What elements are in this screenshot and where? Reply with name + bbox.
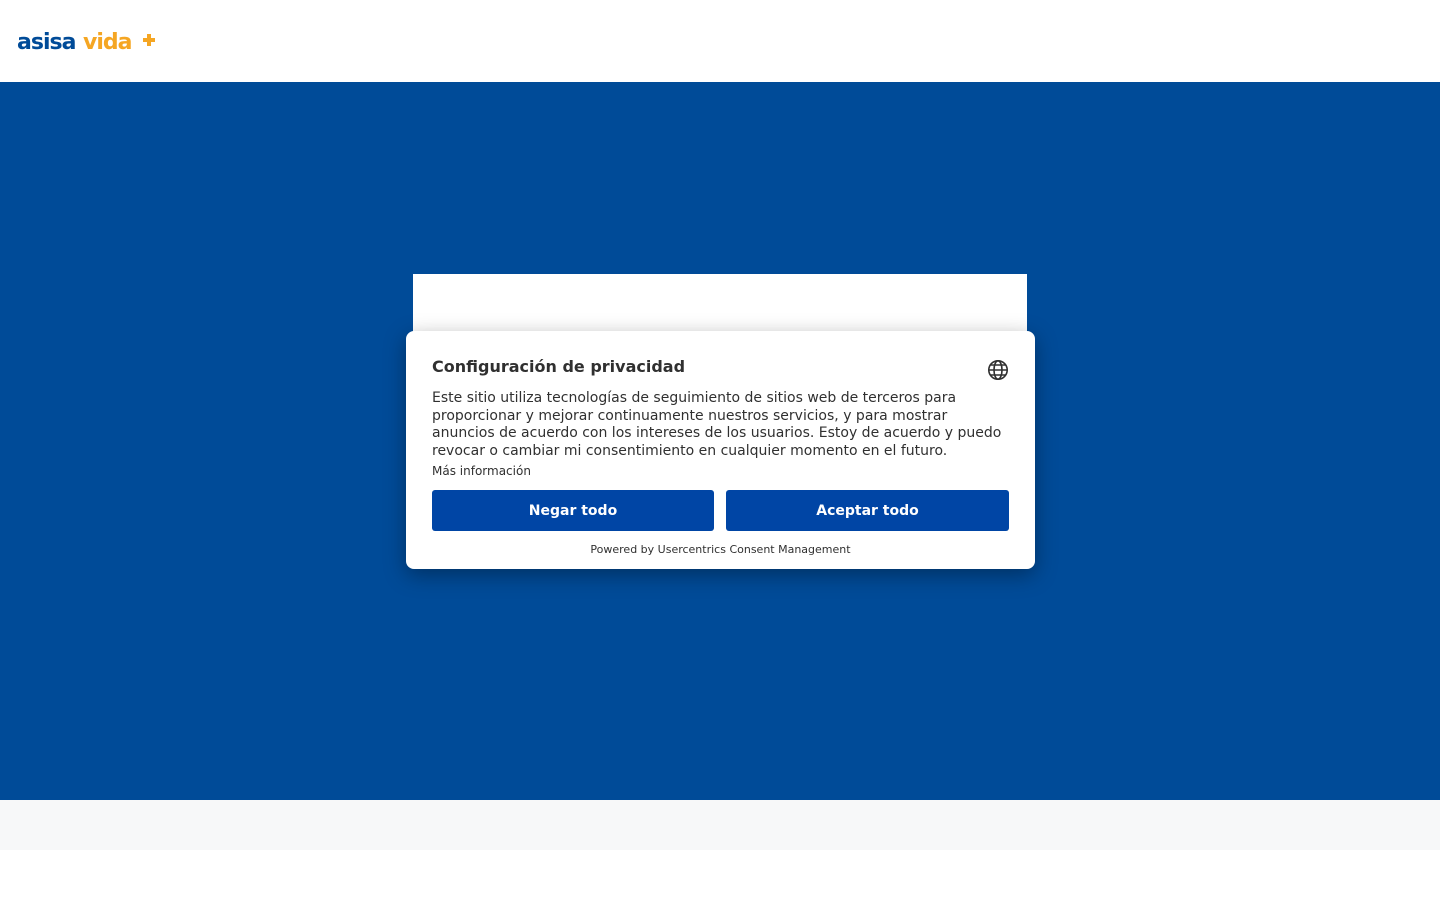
- logo-graphic: asisa vida: [17, 30, 155, 54]
- powered-by-text: Powered by Usercentrics Consent Manageme…: [590, 543, 851, 556]
- asisa-vida-logo[interactable]: asisa vida: [17, 28, 157, 54]
- consent-description: Este sitio utiliza tecnologías de seguim…: [432, 390, 1002, 460]
- globe-icon[interactable]: [987, 359, 1009, 381]
- site-header: asisa vida: [0, 0, 1440, 82]
- svg-text:asisa: asisa: [17, 30, 76, 54]
- consent-buttons: Negar todo Aceptar todo: [432, 490, 1009, 531]
- svg-text:vida: vida: [83, 30, 132, 54]
- more-info-link[interactable]: Más información: [432, 464, 1009, 479]
- footer-band: [0, 800, 1440, 850]
- deny-all-button[interactable]: Negar todo: [432, 490, 714, 531]
- consent-title: Configuración de privacidad: [432, 357, 686, 376]
- accept-all-button[interactable]: Aceptar todo: [726, 490, 1009, 531]
- privacy-consent-dialog: Configuración de privacidad Este sitio u…: [406, 331, 1035, 569]
